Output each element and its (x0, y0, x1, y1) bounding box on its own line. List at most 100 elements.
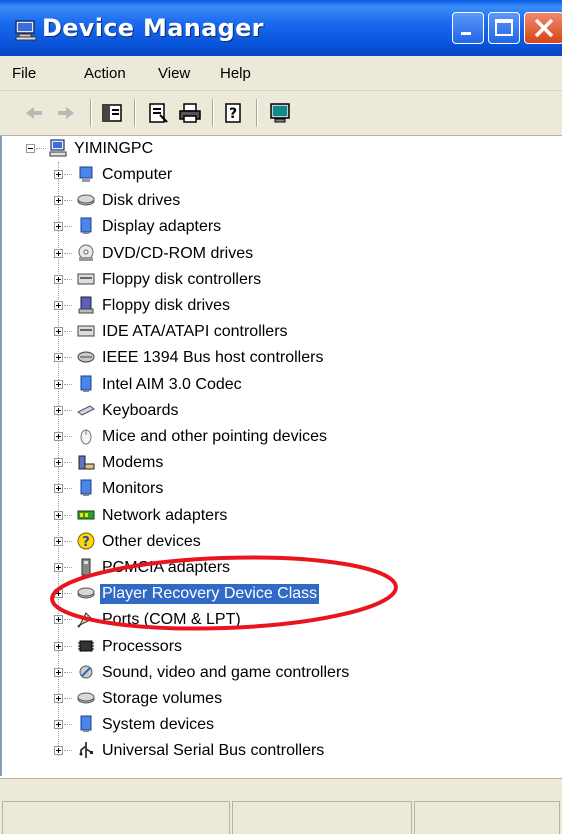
tree-connector (64, 750, 72, 752)
expand-icon[interactable] (54, 536, 63, 546)
expand-icon[interactable] (54, 563, 63, 572)
tree-item[interactable]: Keyboards (2, 398, 562, 424)
tree-item[interactable]: Ports (COM & LPT) (2, 607, 562, 633)
expand-icon[interactable] (54, 379, 63, 389)
tree-connector (64, 645, 72, 648)
tree-item[interactable]: Display adapters (2, 214, 562, 240)
device-tree: YIMINGPC Computer Disk drives Display adap… (0, 136, 562, 776)
tree-item[interactable]: PCMCIA adapters (2, 555, 562, 581)
tree-item[interactable]: Universal Serial Bus controllers (2, 738, 562, 764)
tree-item-label: Monitors (102, 480, 164, 498)
expand-icon[interactable] (54, 196, 63, 206)
expand-icon[interactable] (54, 484, 63, 494)
tree-item[interactable]: DVD/CD-ROM drives (2, 241, 562, 267)
expand-icon[interactable] (54, 667, 63, 677)
modem-icon (78, 455, 95, 470)
codec-icon (80, 375, 92, 392)
tree-item-label: System devices (102, 716, 215, 734)
network-adapter-icon (77, 510, 95, 520)
tree-item-label: Intel AIM 3.0 Codec (102, 375, 242, 393)
svg-text:?: ? (229, 106, 237, 122)
tree-connector (64, 331, 72, 333)
tree-item[interactable]: Network adapters (2, 503, 562, 529)
help-icon[interactable]: ? (222, 101, 246, 125)
expand-icon[interactable] (54, 458, 63, 468)
tree-item[interactable]: Computer (2, 162, 562, 188)
tree-item[interactable]: IDE ATA/ATAPI controllers (2, 319, 562, 345)
expand-icon[interactable] (54, 432, 63, 441)
maximize-icon (495, 19, 513, 36)
tree-item[interactable]: Sound, video and game controllers (2, 660, 562, 686)
maximize-button[interactable] (488, 12, 520, 44)
back-arrow-icon[interactable] (22, 101, 46, 125)
tree-item[interactable]: Mice and other pointing devices (2, 424, 562, 450)
expand-icon[interactable] (54, 170, 63, 179)
tree-item-label: Floppy disk controllers (102, 270, 262, 288)
expand-icon[interactable] (54, 746, 63, 756)
tree-item[interactable]: Floppy disk drives (2, 293, 562, 319)
tree-item[interactable]: Floppy disk controllers (2, 267, 562, 293)
expand-icon[interactable] (54, 353, 63, 363)
status-pane-secondary (232, 801, 412, 834)
expand-icon[interactable] (54, 694, 63, 703)
expand-icon[interactable] (54, 405, 63, 415)
tree-item[interactable]: Storage volumes (2, 686, 562, 712)
expand-icon[interactable] (54, 641, 63, 651)
expand-icon[interactable] (54, 589, 63, 599)
properties-icon[interactable] (146, 101, 170, 125)
tree-item[interactable]: Processors (2, 634, 562, 660)
tree-item-label: Network adapters (102, 506, 228, 524)
menu-help[interactable]: Help (220, 65, 251, 82)
expand-icon[interactable] (54, 615, 63, 625)
tree-connector (64, 567, 72, 569)
tree-item-label: IEEE 1394 Bus host controllers (102, 349, 324, 367)
scan-hardware-changes-icon[interactable] (268, 101, 292, 125)
expand-icon[interactable] (54, 301, 63, 310)
controller-icon (77, 273, 95, 285)
expand-icon[interactable] (54, 720, 63, 730)
expand-icon[interactable] (54, 510, 63, 520)
status-bar (0, 778, 562, 834)
toolbar: ? (0, 91, 562, 136)
tree-item[interactable]: Disk drives (2, 188, 562, 214)
tree-item-label: Disk drives (102, 192, 181, 210)
expand-icon[interactable] (54, 327, 63, 337)
collapse-icon[interactable] (26, 144, 35, 153)
toolbar-separator (256, 99, 258, 127)
tree-item[interactable]: ? Other devices (2, 529, 562, 555)
controller-icon (77, 325, 95, 337)
tree-item[interactable]: IEEE 1394 Bus host controllers (2, 345, 562, 371)
system-device-icon (80, 715, 92, 733)
tree-item[interactable]: System devices (2, 712, 562, 738)
toolbar-separator (90, 99, 92, 127)
expand-icon[interactable] (54, 274, 63, 284)
title-bar[interactable]: Device Manager (0, 0, 562, 56)
expand-icon[interactable] (54, 222, 63, 232)
tree-item[interactable]: Modems (2, 450, 562, 476)
show-hide-console-tree-icon[interactable] (100, 101, 124, 125)
tree-item-label: Ports (COM & LPT) (102, 611, 241, 629)
floppy-icon (78, 296, 94, 314)
forward-arrow-icon[interactable] (54, 101, 78, 125)
tree-root[interactable]: YIMINGPC (2, 136, 562, 162)
expand-icon[interactable] (54, 248, 63, 258)
tree-connector (64, 174, 72, 176)
tree-item-label: IDE ATA/ATAPI controllers (102, 323, 288, 341)
keyboard-icon (77, 405, 95, 416)
tree-item[interactable]: Intel AIM 3.0 Codec (2, 372, 562, 398)
computer-icon (79, 166, 93, 182)
tree-item-label: Processors (102, 637, 183, 655)
tree-item[interactable]: Player Recovery Device Class (2, 581, 562, 607)
print-icon[interactable] (178, 101, 202, 125)
firewire-icon (77, 351, 95, 363)
menu-action[interactable]: Action (84, 65, 126, 82)
menu-view[interactable]: View (158, 65, 190, 82)
tree-item-label: Sound, video and game controllers (102, 663, 350, 681)
close-button[interactable] (524, 12, 562, 44)
tree-item-label: Floppy disk drives (102, 297, 231, 314)
tree-item-label: DVD/CD-ROM drives (102, 244, 254, 262)
tree-connector (64, 436, 72, 438)
tree-item[interactable]: Monitors (2, 476, 562, 502)
menu-file[interactable]: File (12, 65, 36, 82)
minimize-button[interactable] (452, 12, 484, 44)
